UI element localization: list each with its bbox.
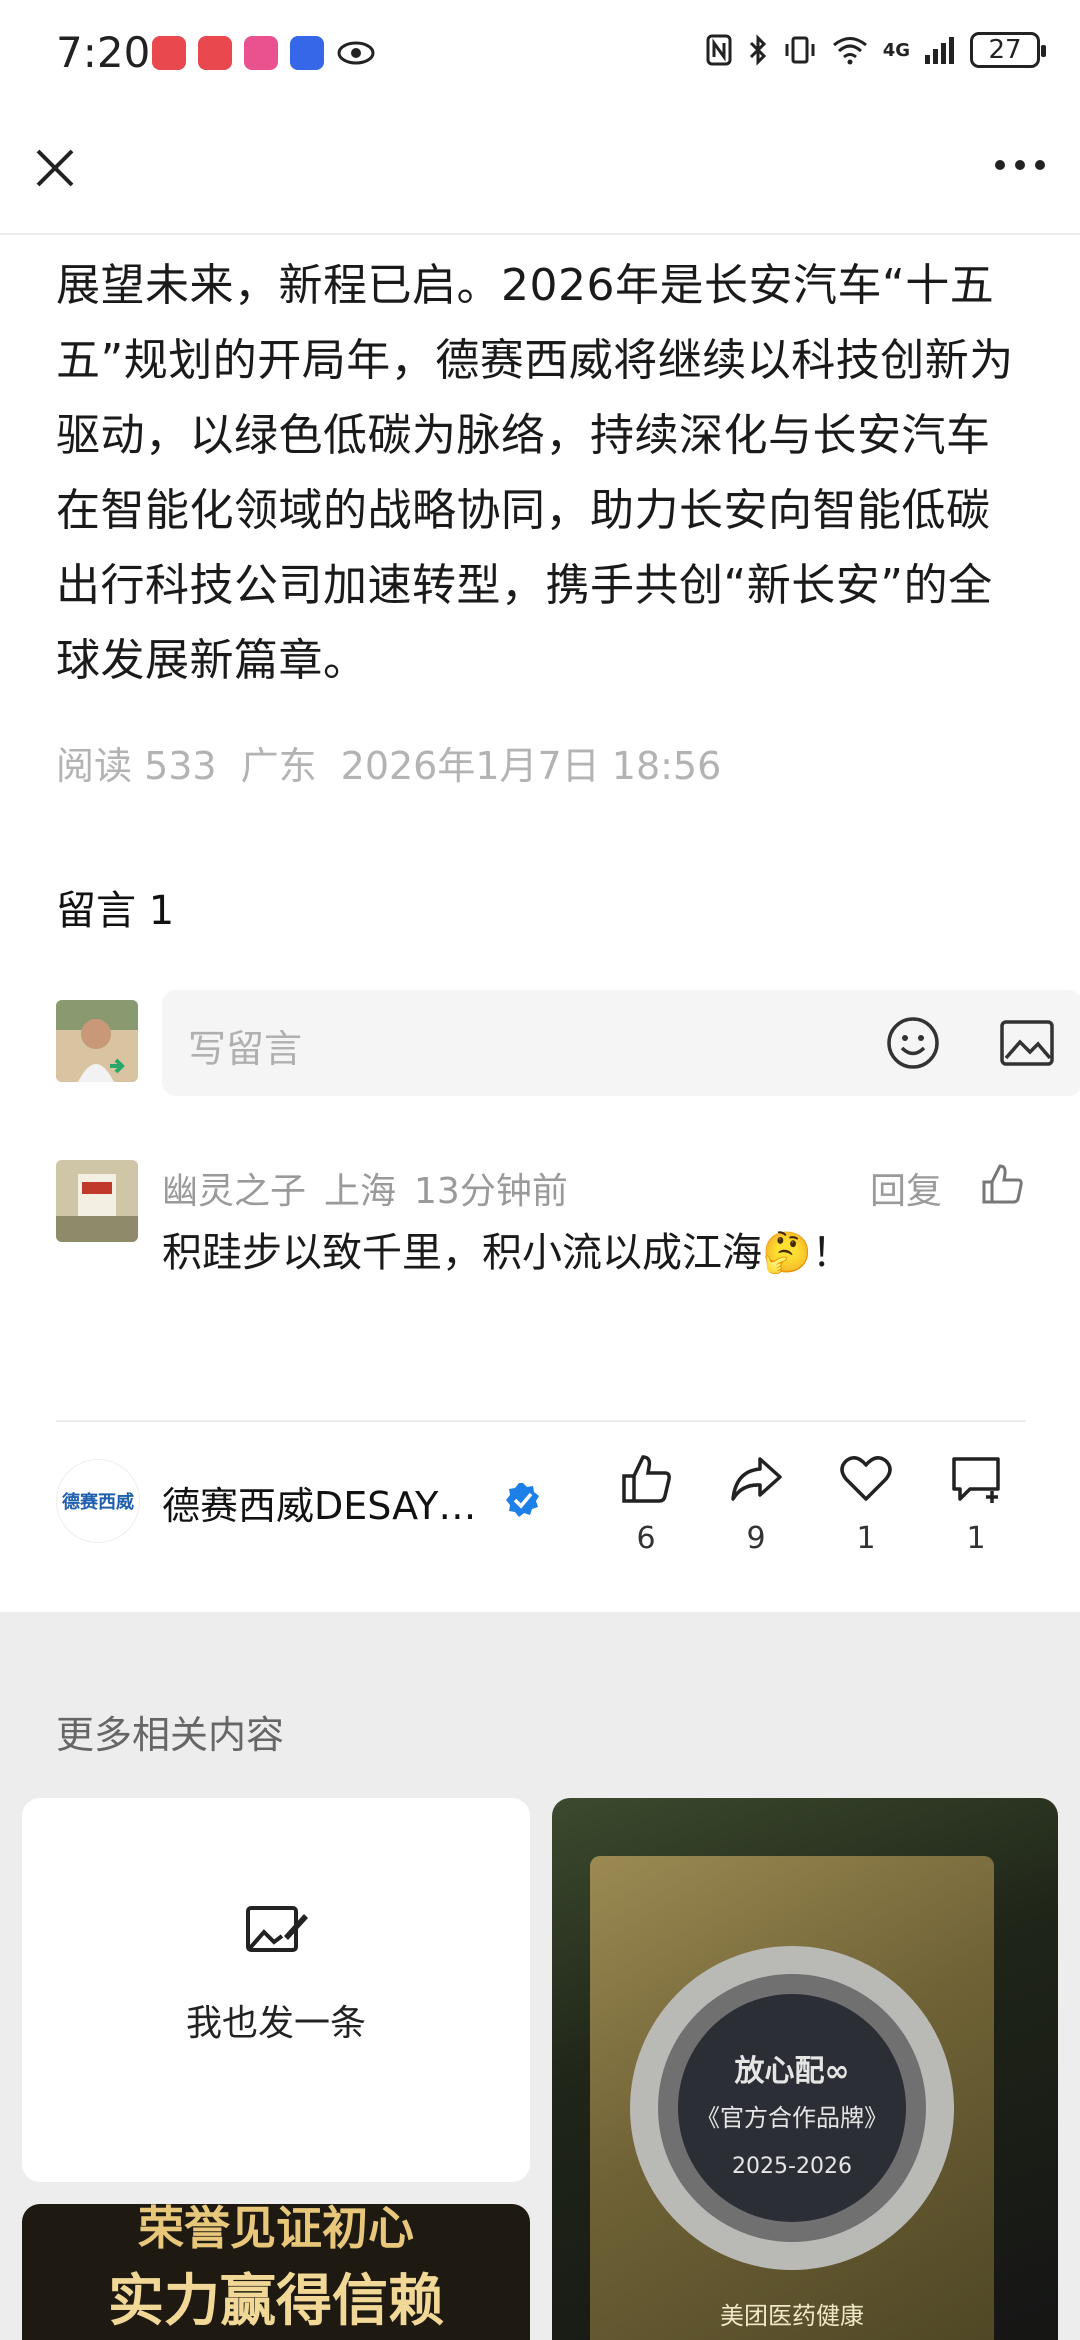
system-icons: 4G 27: [705, 32, 1046, 68]
thumbs-up-icon[interactable]: [978, 1160, 1026, 1208]
plaque-footer: 美团医药健康: [720, 2302, 864, 2330]
comment-meta: 幽灵之子 上海 13分钟前: [162, 1162, 568, 1214]
heart-icon: [840, 1456, 892, 1501]
commenter-photo-icon: [56, 1160, 138, 1242]
publish-time: 2026年1月7日 18:56: [340, 744, 722, 788]
article-location: 广东: [240, 744, 317, 788]
plaque-badge: 《官方合作品牌》: [696, 2104, 888, 2132]
comments-title: 留言 1: [56, 888, 175, 934]
bilibili-icon: [244, 36, 278, 70]
more-options-icon[interactable]: [990, 145, 1050, 185]
author-logo[interactable]: 德赛西威: [56, 1459, 140, 1543]
comment-count: 1: [966, 1521, 986, 1556]
favorite-button[interactable]: 1: [811, 1445, 921, 1565]
comment-add-icon: [952, 1457, 1000, 1503]
battery-indicator: 27: [970, 32, 1046, 68]
comment-time: 13分钟前: [414, 1171, 568, 1212]
book-app-icon: [152, 36, 186, 70]
eye-icon: [337, 41, 375, 65]
comment-input-placeholder: 写留言: [188, 1027, 303, 1071]
bluetooth-icon: [749, 34, 766, 66]
comment-text: 积跬步以致千里，积小流以成江海🤔！: [162, 1230, 852, 1276]
user-photo-icon: [56, 1000, 138, 1082]
post-card[interactable]: 我也发一条: [22, 1798, 530, 2182]
plaque-brand: 放心配∞: [734, 2054, 850, 2089]
article-body: 展望未来，新程已启。2026年是长安汽车“十五五”规划的开局年，德赛西威将继续以…: [56, 260, 1014, 686]
comment-author[interactable]: 幽灵之子: [162, 1162, 306, 1214]
promo-line1: 荣誉见证初心: [138, 2204, 414, 2255]
promo-card[interactable]: 荣誉见证初心 实力赢得信赖: [22, 2204, 530, 2340]
chat-app-icon: [290, 36, 324, 70]
post-image-icon: [246, 1906, 308, 1952]
image-icon[interactable]: [998, 1016, 1056, 1070]
wifi-icon: [832, 37, 867, 65]
reply-button[interactable]: 回复: [870, 1162, 942, 1214]
plaque-ring: 放心配∞ 《官方合作品牌》 2025-2026: [630, 1946, 954, 2270]
article-meta: 阅读 533 广东 2026年1月7日 18:56: [56, 735, 721, 790]
share-button[interactable]: 9: [701, 1445, 811, 1565]
status-bar: 7:20 4G 27: [0, 0, 1080, 105]
related-title: 更多相关内容: [56, 1713, 285, 1757]
author-name[interactable]: 德赛西威DESAY…: [162, 1475, 492, 1530]
comment-input-row: 写留言: [56, 990, 1080, 1096]
share-icon: [731, 1457, 782, 1501]
related-section: 更多相关内容 我也发一条 荣誉见证初心 实力赢得信赖 放心配∞ 《官方合作品牌》…: [0, 1612, 1080, 2340]
photo-card[interactable]: 放心配∞ 《官方合作品牌》 2025-2026 美团医药健康: [552, 1798, 1058, 2340]
like-button[interactable]: 6: [591, 1445, 701, 1565]
thumbs-up-icon: [622, 1455, 671, 1503]
action-bar: 6 9 1 1: [591, 1445, 1031, 1565]
status-time: 7:20: [56, 28, 151, 77]
list-item: 幽灵之子 上海 13分钟前 积跬步以致千里，积小流以成江海🤔！ 回复: [56, 1160, 1026, 1300]
book-app-icon: [198, 36, 232, 70]
like-count: 6: [636, 1521, 656, 1556]
top-nav: [0, 105, 1080, 235]
divider: [56, 1420, 1026, 1422]
author-bar: 德赛西威 德赛西威DESAY… 6 9 1 1: [56, 1445, 1026, 1565]
comment-button[interactable]: 1: [921, 1445, 1031, 1565]
favorite-count: 1: [856, 1521, 876, 1556]
nfc-icon: [706, 34, 732, 66]
comment-input[interactable]: 写留言: [162, 990, 1080, 1096]
author-logo-text: 德赛西威: [62, 1492, 134, 1513]
avatar: [56, 1160, 138, 1242]
emoji-icon[interactable]: [884, 1014, 942, 1072]
notification-icons: [152, 36, 376, 70]
plaque-years: 2025-2026: [732, 2154, 852, 2179]
award-plaque: 放心配∞ 《官方合作品牌》 2025-2026 美团医药健康: [590, 1856, 994, 2340]
verified-icon: [506, 1483, 539, 1517]
vibrate-icon: [785, 36, 815, 64]
avatar: [56, 1000, 138, 1082]
comment-location: 上海: [324, 1171, 397, 1212]
promo-line2: 实力赢得信赖: [108, 2269, 444, 2334]
close-icon[interactable]: [30, 143, 80, 193]
post-label: 我也发一条: [185, 2003, 366, 2044]
share-count: 9: [746, 1521, 766, 1556]
network-type: 4G: [882, 39, 910, 61]
signal-icon: [925, 37, 954, 64]
read-count: 阅读 533: [56, 744, 217, 788]
